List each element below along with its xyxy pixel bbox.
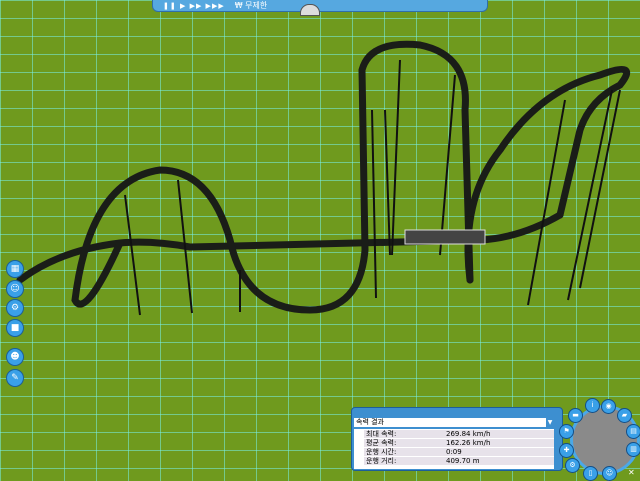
stat-row: 최대 속력: 269.84 km/h xyxy=(364,430,554,438)
stat-label: 운행 시간: xyxy=(366,448,397,456)
maintenance-icon[interactable]: ✚ xyxy=(559,443,574,458)
stat-row: 운행 거리: 409.70 m xyxy=(364,457,554,465)
stat-label: 운행 거리: xyxy=(366,457,397,465)
stat-label: 최대 속력: xyxy=(366,430,397,438)
chevron-down-icon[interactable]: ▼ xyxy=(546,418,554,427)
car-icon[interactable]: ▰ xyxy=(617,408,632,423)
staff-icon[interactable]: ☻ xyxy=(6,348,24,366)
stat-row: 평균 속력: 162.26 km/h xyxy=(364,439,554,447)
park-icon[interactable]: ■ xyxy=(6,319,24,337)
stat-value: 269.84 km/h xyxy=(446,430,491,438)
flag-icon[interactable]: ⚑ xyxy=(559,424,574,439)
entrance-icon[interactable]: ▯ xyxy=(583,466,598,481)
tools-icon[interactable]: ✎ xyxy=(6,369,24,387)
stat-value: 409.70 m xyxy=(446,457,480,465)
map-icon[interactable]: ▦ xyxy=(6,260,24,278)
stat-value: 162.26 km/h xyxy=(446,439,491,447)
chart-icon[interactable]: ▥ xyxy=(626,442,640,457)
money-display: ₩ 무제한 xyxy=(234,1,268,10)
guests-on-ride-icon[interactable]: ☺ xyxy=(602,466,617,481)
camera-icon[interactable]: ◉ xyxy=(601,399,616,414)
settings-icon[interactable]: ⚙ xyxy=(565,458,580,473)
stats-dropdown[interactable]: 속력 결과 ▼ xyxy=(354,418,554,427)
info-icon[interactable]: i xyxy=(585,398,600,413)
train-icon[interactable]: ▬ xyxy=(568,408,583,423)
game-speed-controls[interactable]: ❚❚ ▶ ▶▶ ▶▶▶ xyxy=(163,2,225,10)
close-icon[interactable]: ✕ xyxy=(628,468,635,477)
stat-label: 평균 속력: xyxy=(366,439,397,447)
stat-value: 0:09 xyxy=(446,448,462,456)
top-bar: ❚❚ ▶ ▶▶ ▶▶▶ ₩ 무제한 xyxy=(152,0,488,12)
ride-stats-panel: 속력 결과 ▼ 최대 속력: 269.84 km/h 평균 속력: 162.26 km… xyxy=(351,407,563,471)
rides-icon[interactable]: ⚙ xyxy=(6,299,24,317)
stats-icon[interactable]: ▤ xyxy=(626,424,640,439)
topbar-toggle-button[interactable] xyxy=(300,4,320,16)
stat-row: 운행 시간: 0:09 xyxy=(364,448,554,456)
stats-title: 속력 결과 xyxy=(356,418,384,426)
guests-icon[interactable]: ☺ xyxy=(6,280,24,298)
